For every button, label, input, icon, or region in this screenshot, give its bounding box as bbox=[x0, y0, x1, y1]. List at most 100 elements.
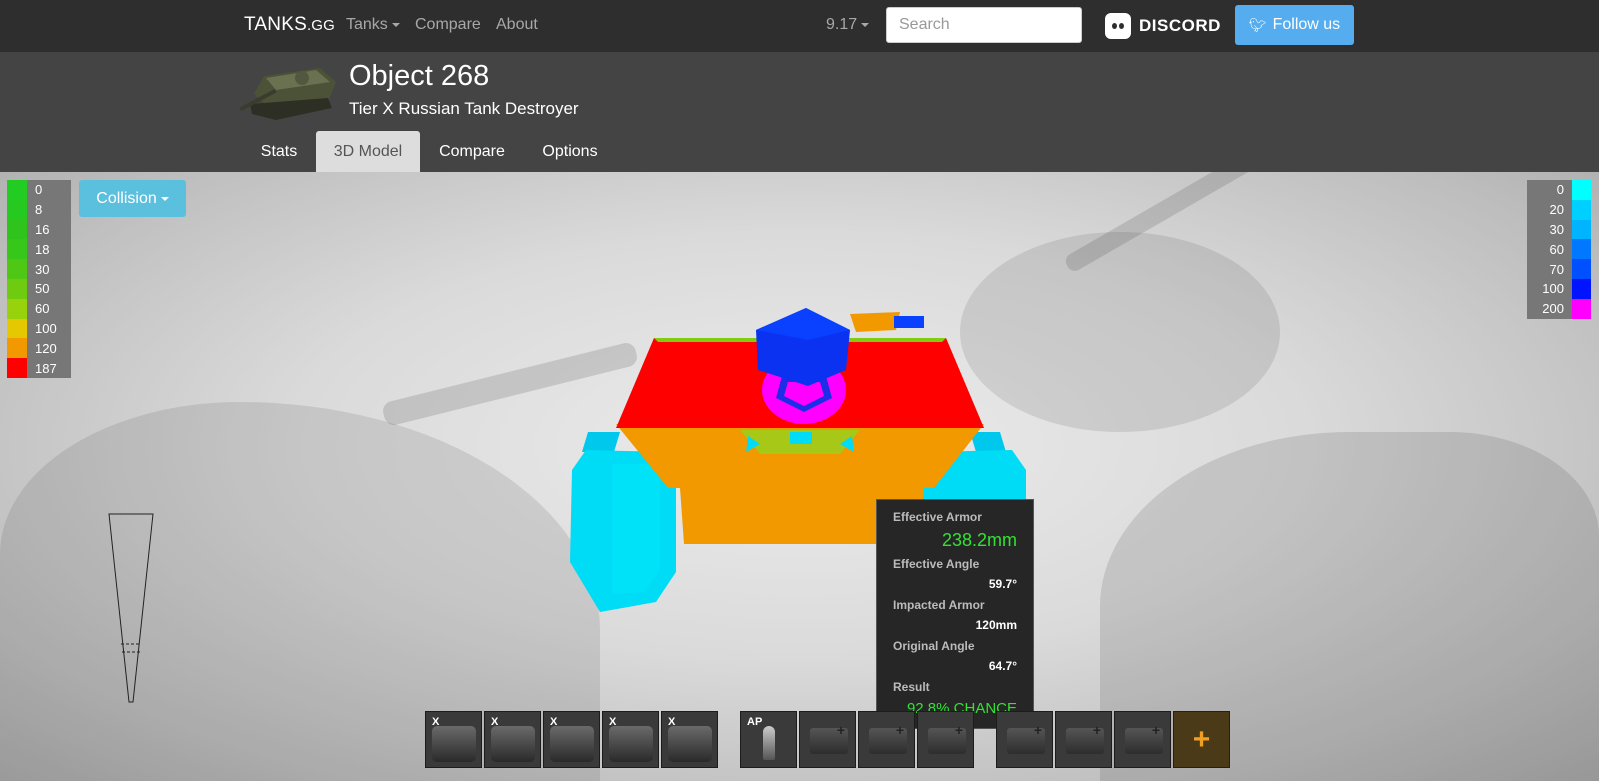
turret-icon bbox=[491, 726, 535, 762]
track-left-face bbox=[612, 464, 660, 594]
module-slot-engine[interactable]: X bbox=[543, 711, 600, 768]
follow-us-label: Follow us bbox=[1272, 16, 1341, 33]
ammo-slot-empty[interactable]: + bbox=[917, 711, 974, 768]
legend-value: 70 bbox=[1549, 261, 1564, 277]
top-navbar: TANKS.GG Tanks Compare About 9.17 DISCOR… bbox=[0, 0, 1599, 52]
legend-row: 60 bbox=[7, 298, 71, 319]
consumable-slot-empty[interactable]: + bbox=[1114, 711, 1171, 768]
shell-icon bbox=[763, 726, 775, 760]
page-title: Object 268 bbox=[349, 60, 490, 92]
consumable-slot-empty[interactable]: + bbox=[1055, 711, 1112, 768]
legend-value: 16 bbox=[35, 221, 50, 237]
tracks-icon bbox=[609, 726, 653, 762]
original-angle-label: Original Angle bbox=[893, 639, 975, 653]
module-slot-gun[interactable]: X bbox=[425, 711, 482, 768]
discord-label: DISCORD bbox=[1139, 16, 1221, 35]
plus-icon: + bbox=[895, 722, 904, 738]
legend-row: 0 bbox=[1527, 180, 1591, 200]
slot-badge: AP bbox=[747, 716, 763, 728]
legend-row: 8 bbox=[7, 199, 71, 220]
tab-options[interactable]: Options bbox=[528, 131, 612, 172]
radio-icon bbox=[668, 726, 712, 762]
caret-down-icon bbox=[861, 22, 870, 27]
nav-tanks-label: Tanks bbox=[346, 16, 388, 33]
legend-value: 200 bbox=[1542, 301, 1564, 317]
legend-swatch bbox=[7, 259, 27, 279]
legend-swatch bbox=[1572, 278, 1591, 299]
version-label: 9.17 bbox=[826, 16, 858, 33]
tab-compare[interactable]: Compare bbox=[428, 131, 516, 172]
plus-icon: + bbox=[1151, 722, 1160, 738]
legend-swatch bbox=[7, 239, 27, 260]
ammo-slot-ap[interactable]: AP bbox=[740, 711, 797, 768]
legend-row: 18 bbox=[7, 239, 71, 260]
tab-stats[interactable]: Stats bbox=[248, 131, 310, 172]
nav-about[interactable]: About bbox=[496, 16, 538, 34]
legend-value: 60 bbox=[35, 301, 50, 317]
gun-depression-indicator bbox=[108, 513, 154, 703]
collision-label: Collision bbox=[96, 189, 157, 207]
caret-down-icon bbox=[160, 196, 169, 201]
armor-tooltip: Effective Armor 238.2mm Effective Angle … bbox=[876, 499, 1034, 729]
original-angle-value: 64.7° bbox=[988, 659, 1017, 673]
legend-row: 30 bbox=[7, 259, 71, 279]
module-slot-radio[interactable]: X bbox=[661, 711, 718, 768]
brand-name: TANKS bbox=[244, 14, 307, 35]
legend-row: 30 bbox=[1527, 219, 1591, 240]
legend-value: 20 bbox=[1549, 202, 1564, 218]
plus-icon: + bbox=[954, 722, 963, 738]
legend-swatch bbox=[1572, 199, 1591, 220]
discord-icon bbox=[1105, 13, 1131, 39]
legend-value: 0 bbox=[35, 182, 43, 198]
legend-value: 100 bbox=[1542, 281, 1564, 297]
armor-legend-right: 0 20 30 60 70 100 200 bbox=[1527, 180, 1591, 319]
tab-3d-model[interactable]: 3D Model bbox=[316, 131, 420, 172]
legend-swatch bbox=[1572, 298, 1591, 319]
legend-swatch bbox=[7, 318, 27, 339]
model-viewer[interactable]: 0 8 16 18 30 50 60 100 120 187 0 20 30 60 70 100 200 Co… bbox=[0, 172, 1599, 781]
brand-suffix: .GG bbox=[306, 17, 336, 34]
legend-swatch bbox=[7, 278, 27, 299]
result-label: Result bbox=[893, 680, 930, 694]
consumable-slot-empty[interactable]: + bbox=[996, 711, 1053, 768]
caret-down-icon bbox=[391, 22, 400, 27]
add-consumable-button[interactable]: + bbox=[1173, 711, 1230, 768]
legend-row: 16 bbox=[7, 219, 71, 240]
legend-value: 18 bbox=[35, 241, 50, 257]
ammo-slot-empty[interactable]: + bbox=[799, 711, 856, 768]
collision-dropdown-button[interactable]: Collision bbox=[79, 180, 186, 217]
legend-row: 100 bbox=[1527, 278, 1591, 299]
legend-row: 70 bbox=[1527, 259, 1591, 279]
effective-angle-label: Effective Angle bbox=[893, 557, 980, 571]
legend-value: 0 bbox=[1556, 182, 1564, 198]
add-icon: + bbox=[1192, 722, 1211, 756]
armor-legend-left: 0 8 16 18 30 50 60 100 120 187 bbox=[7, 180, 71, 378]
site-logo[interactable]: TANKS.GG bbox=[244, 14, 335, 36]
module-slot-tracks[interactable]: X bbox=[602, 711, 659, 768]
legend-value: 187 bbox=[35, 360, 57, 376]
legend-value: 120 bbox=[35, 340, 57, 356]
legend-value: 30 bbox=[35, 261, 50, 277]
legend-swatch bbox=[7, 338, 27, 359]
effective-armor-value: 238.2mm bbox=[941, 530, 1017, 550]
legend-row: 187 bbox=[7, 358, 71, 378]
search-input[interactable] bbox=[886, 7, 1082, 43]
plus-icon: + bbox=[836, 722, 845, 738]
module-slot-turret[interactable]: X bbox=[484, 711, 541, 768]
track-left-top bbox=[582, 432, 620, 452]
ammo-slot-empty[interactable]: + bbox=[858, 711, 915, 768]
legend-value: 60 bbox=[1549, 241, 1564, 257]
nav-compare[interactable]: Compare bbox=[415, 16, 481, 34]
legend-value: 30 bbox=[1549, 221, 1564, 237]
roof-mg-mount bbox=[850, 312, 900, 332]
legend-value: 8 bbox=[35, 202, 43, 218]
twitter-icon: 🐦︎ bbox=[1248, 16, 1267, 33]
nav-tanks-dropdown[interactable]: Tanks bbox=[346, 16, 400, 34]
version-dropdown[interactable]: 9.17 bbox=[826, 16, 870, 34]
discord-link[interactable]: DISCORD bbox=[1105, 12, 1221, 40]
impacted-armor-value: 120mm bbox=[975, 618, 1017, 632]
tank-thumbnail bbox=[239, 68, 336, 120]
legend-swatch bbox=[1572, 259, 1591, 279]
legend-swatch bbox=[7, 219, 27, 240]
follow-us-button[interactable]: 🐦︎ Follow us bbox=[1235, 5, 1354, 45]
